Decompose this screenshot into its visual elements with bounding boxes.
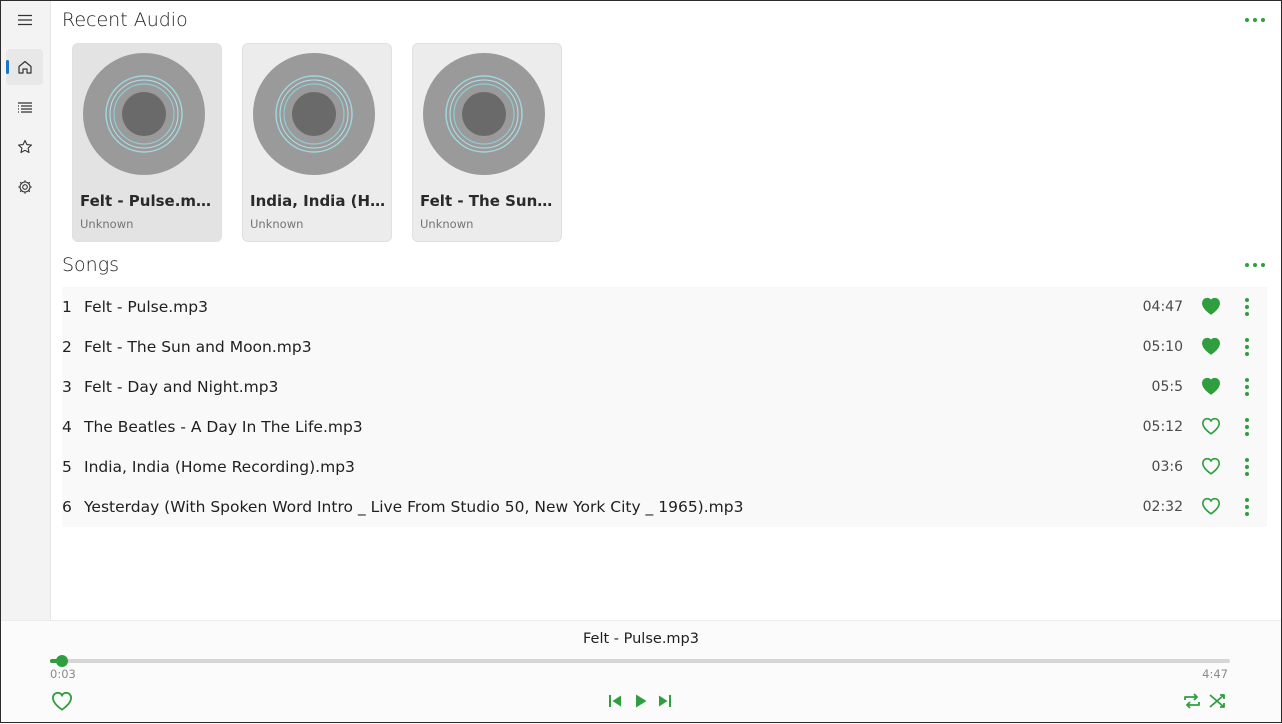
recent-card[interactable]: Felt - The Sun and Moon.mp3 Unknown (412, 43, 562, 242)
song-title: Felt - Day and Night.mp3 (84, 378, 279, 396)
recent-audio-more-button[interactable] (1245, 14, 1265, 26)
shuffle-icon (1209, 694, 1225, 708)
repeat-icon (1184, 693, 1200, 709)
song-more-button[interactable] (1241, 298, 1253, 316)
song-number: 5 (62, 458, 72, 476)
song-more-button[interactable] (1241, 418, 1253, 436)
seek-thumb[interactable] (56, 655, 69, 667)
recent-card[interactable]: India, India (Home Recording).mp3 Unknow… (242, 43, 392, 242)
songs-more-button[interactable] (1245, 259, 1265, 271)
playlist-icon (17, 102, 32, 113)
sidebar (0, 0, 51, 620)
sidebar-item-playlist[interactable] (6, 89, 43, 125)
song-favorite-button[interactable] (1201, 417, 1221, 437)
recent-card[interactable]: Felt - Pulse.mp3 Unknown (72, 43, 222, 242)
song-favorite-button[interactable] (1201, 497, 1221, 517)
song-more-button[interactable] (1241, 498, 1253, 516)
song-row[interactable]: 6 Yesterday (With Spoken Word Intro _ Liv… (62, 487, 1267, 527)
gear-icon (17, 180, 32, 194)
player-bar: Felt - Pulse.mp3 0:03 4:47 (0, 620, 1282, 724)
song-duration: 04:47 (1142, 299, 1183, 315)
song-number: 6 (62, 498, 72, 516)
skip-previous-icon (609, 695, 621, 707)
star-icon (17, 139, 32, 154)
song-favorite-button[interactable] (1201, 297, 1221, 317)
next-button[interactable] (656, 691, 674, 711)
hamburger-menu-button[interactable] (6, 2, 43, 38)
song-more-button[interactable] (1241, 338, 1253, 356)
song-favorite-button[interactable] (1201, 457, 1221, 477)
song-favorite-button[interactable] (1201, 377, 1221, 397)
song-title: Felt - Pulse.mp3 (84, 298, 208, 316)
hamburger-menu-icon (17, 14, 32, 26)
song-row[interactable]: 3 Felt - Day and Night.mp3 05:5 (62, 367, 1267, 407)
play-button[interactable] (632, 691, 650, 711)
now-playing-title: Felt - Pulse.mp3 (583, 631, 699, 647)
song-duration: 05:12 (1142, 419, 1183, 435)
card-artist: Unknown (80, 217, 134, 231)
card-title: Felt - Pulse.mp3 (80, 192, 216, 210)
song-more-button[interactable] (1241, 378, 1253, 396)
sidebar-item-favorites[interactable] (6, 129, 43, 165)
repeat-button[interactable] (1181, 690, 1203, 712)
previous-button[interactable] (606, 691, 624, 711)
songs-heading: Songs (62, 254, 120, 276)
song-row[interactable]: 5 India, India (Home Recording).mp3 03:6 (62, 447, 1267, 487)
song-row[interactable]: 1 Felt - Pulse.mp3 04:47 (62, 287, 1267, 327)
song-more-button[interactable] (1241, 458, 1253, 476)
heart-filled-icon (1201, 337, 1221, 355)
skip-next-icon (659, 695, 671, 707)
song-row[interactable]: 2 Felt - The Sun and Moon.mp3 05:10 (62, 327, 1267, 367)
song-row[interactable]: 4 The Beatles - A Day In The Life.mp3 05:1… (62, 407, 1267, 447)
card-artist: Unknown (420, 217, 474, 231)
heart-filled-icon (1201, 297, 1221, 315)
card-title: India, India (Home Recording).mp3 (250, 192, 386, 210)
album-art-disc-icon (423, 53, 545, 175)
card-title: Felt - The Sun and Moon.mp3 (420, 192, 556, 210)
heart-outline-icon (1201, 497, 1221, 515)
song-title: India, India (Home Recording).mp3 (84, 458, 355, 476)
song-number: 3 (62, 378, 72, 396)
songs-list: 1 Felt - Pulse.mp3 04:47 2 Felt - The Sun an… (62, 287, 1267, 527)
album-art-disc-icon (253, 53, 375, 175)
heart-outline-icon (1201, 417, 1221, 435)
song-title: The Beatles - A Day In The Life.mp3 (84, 418, 363, 436)
total-time: 4:47 (1202, 667, 1228, 681)
song-title: Felt - The Sun and Moon.mp3 (84, 338, 312, 356)
song-title: Yesterday (With Spoken Word Intro _ Live… (84, 498, 744, 516)
sidebar-item-settings[interactable] (6, 169, 43, 205)
song-duration: 05:10 (1142, 339, 1183, 355)
favorite-button[interactable] (50, 689, 74, 713)
play-icon (636, 694, 647, 708)
song-number: 4 (62, 418, 72, 436)
song-duration: 03:6 (1151, 459, 1183, 475)
home-icon (17, 60, 32, 74)
song-number: 1 (62, 298, 72, 316)
album-art-disc-icon (83, 53, 205, 175)
heart-outline-icon (51, 691, 73, 711)
elapsed-time: 0:03 (50, 667, 76, 681)
sidebar-item-home[interactable] (6, 49, 43, 85)
card-artist: Unknown (250, 217, 304, 231)
song-duration: 02:32 (1142, 499, 1183, 515)
song-duration: 05:5 (1151, 379, 1183, 395)
shuffle-button[interactable] (1207, 690, 1229, 712)
seek-bar[interactable] (50, 655, 1230, 667)
recent-audio-heading: Recent Audio (62, 9, 188, 31)
song-favorite-button[interactable] (1201, 337, 1221, 357)
heart-outline-icon (1201, 457, 1221, 475)
song-number: 2 (62, 338, 72, 356)
heart-filled-icon (1201, 377, 1221, 395)
